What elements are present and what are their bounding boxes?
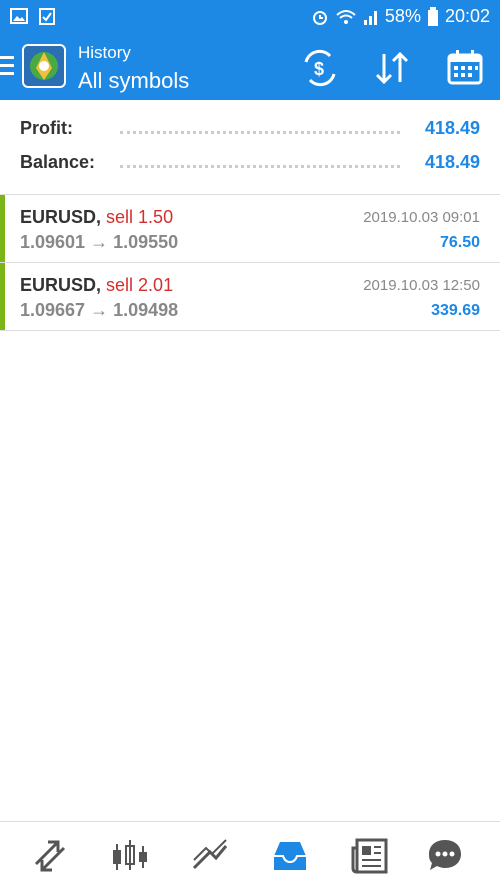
- deal-side: sell 1.50: [106, 207, 174, 227]
- history-icon[interactable]: [270, 836, 310, 876]
- sort-icon[interactable]: [372, 48, 412, 88]
- signal-icon: [363, 10, 377, 25]
- chart-icon[interactable]: [190, 836, 230, 876]
- deal-symbol: EURUSD, sell 2.01: [20, 275, 174, 295]
- clock-time: 20:02: [444, 6, 490, 26]
- trade-icon[interactable]: [30, 836, 70, 876]
- profit-value: 418.49: [424, 118, 480, 138]
- menu-icon[interactable]: [0, 56, 14, 78]
- bottom-navigation: [0, 821, 500, 890]
- deal-row[interactable]: EURUSD, sell 2.01 1.09667 → 1.09498 2019…: [0, 263, 500, 331]
- symbol-filter[interactable]: All symbols: [78, 68, 189, 94]
- dotted-leader: [120, 131, 400, 134]
- app-bar: History All symbols $: [0, 34, 500, 100]
- svg-text:$: $: [314, 59, 324, 79]
- deal-indicator: [0, 195, 5, 262]
- deal-row[interactable]: EURUSD, sell 1.50 1.09601 → 1.09550 2019…: [0, 195, 500, 263]
- currency-exchange-icon[interactable]: $: [300, 48, 340, 88]
- dotted-leader: [120, 165, 400, 168]
- wifi-icon: [336, 9, 356, 24]
- deal-date: 2019.10.03 09:01: [363, 209, 480, 226]
- alarm-icon: [312, 10, 327, 25]
- balance-label: Balance:: [20, 152, 96, 172]
- battery-percent: 58%: [384, 6, 421, 26]
- chat-icon[interactable]: [425, 836, 465, 876]
- deal-date: 2019.10.03 12:50: [363, 277, 480, 294]
- news-icon[interactable]: [350, 836, 390, 876]
- status-bar: 58% 20:02: [0, 0, 500, 34]
- clipboard-icon: [39, 8, 55, 25]
- deal-profit: 76.50: [439, 234, 480, 251]
- balance-row: Balance: 418.49: [20, 148, 480, 178]
- deal-prices: 1.09667 → 1.09498: [20, 300, 179, 320]
- quotes-icon[interactable]: [110, 836, 150, 876]
- battery-icon: [427, 6, 438, 26]
- metatrader-logo[interactable]: [22, 44, 66, 88]
- deal-symbol: EURUSD, sell 1.50: [20, 207, 174, 227]
- screen-title: History: [78, 43, 131, 62]
- account-summary: Profit: 418.49 Balance: 418.49: [0, 100, 500, 195]
- deal-prices: 1.09601 → 1.09550: [20, 232, 179, 252]
- balance-value: 418.49: [424, 152, 480, 172]
- profit-row: Profit: 418.49: [20, 114, 480, 144]
- profit-label: Profit:: [20, 118, 73, 138]
- calendar-icon[interactable]: [445, 48, 485, 88]
- deal-indicator: [0, 263, 5, 330]
- image-icon: [10, 8, 28, 24]
- deal-profit: 339.69: [431, 302, 480, 319]
- deal-side: sell 2.01: [106, 275, 174, 295]
